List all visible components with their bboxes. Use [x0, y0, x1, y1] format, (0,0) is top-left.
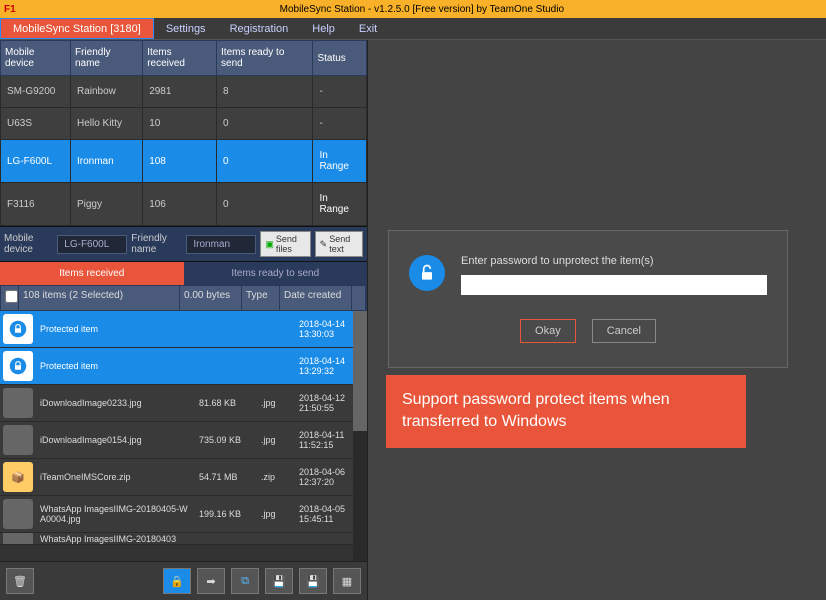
- plus-icon: ▣: [265, 239, 274, 250]
- feature-callout: Support password protect items when tran…: [386, 375, 746, 448]
- text-icon: ✎: [320, 239, 328, 250]
- items-tabs: Items received Items ready to send: [0, 262, 367, 285]
- menu-registration[interactable]: Registration: [218, 18, 301, 39]
- unlock-icon: [409, 255, 445, 291]
- grid-icon: ▦: [342, 575, 352, 588]
- trash-icon: 🗑: [13, 575, 27, 588]
- copy-button[interactable]: ⧉: [231, 568, 259, 594]
- lock-icon: [3, 351, 33, 381]
- cancel-button[interactable]: Cancel: [592, 319, 656, 343]
- col-friendly[interactable]: Friendly name: [70, 41, 142, 76]
- label-friendly: Friendly name: [131, 233, 182, 255]
- menu-settings[interactable]: Settings: [154, 18, 218, 39]
- label-device: Mobile device: [4, 233, 53, 255]
- export-button[interactable]: ➡: [197, 568, 225, 594]
- send-files-button[interactable]: ▣Send files: [260, 231, 310, 257]
- menu-main[interactable]: MobileSync Station [3180]: [0, 18, 154, 39]
- col-received[interactable]: Items received: [143, 41, 217, 76]
- title-bar: F1 MobileSync Station - v1.2.5.0 [Free v…: [0, 0, 826, 18]
- checkbox-all[interactable]: [1, 286, 19, 310]
- col-type[interactable]: Type: [242, 286, 280, 310]
- lock-icon: [3, 314, 33, 344]
- col-summary: 108 items (2 Selected): [19, 286, 180, 310]
- image-thumb: [3, 499, 33, 529]
- col-ready[interactable]: Items ready to send: [217, 41, 313, 76]
- zip-thumb: 📦: [3, 462, 33, 492]
- list-item[interactable]: 📦 iTeamOneIMSCore.zip54.71 MB.zip2018-04…: [0, 459, 367, 496]
- app-icon: F1: [4, 4, 16, 15]
- scroll-thumb[interactable]: [353, 311, 367, 431]
- okay-button[interactable]: Okay: [520, 319, 576, 343]
- items-header: 108 items (2 Selected) 0.00 bytes Type D…: [0, 285, 367, 311]
- device-row[interactable]: SM-G9200Rainbow29818-: [1, 76, 367, 108]
- image-thumb: [3, 533, 33, 545]
- device-row[interactable]: LG-F600LIronman1080In Range: [1, 140, 367, 183]
- list-item[interactable]: Protected item2018-04-14 13:29:32: [0, 348, 367, 385]
- right-panel: Enter password to unprotect the item(s) …: [368, 40, 826, 600]
- save-all-icon: 💾: [306, 575, 320, 588]
- field-device: LG-F600L: [57, 235, 127, 254]
- field-friendly: Ironman: [186, 235, 256, 254]
- menu-bar: MobileSync Station [3180] Settings Regis…: [0, 18, 826, 40]
- window-title: MobileSync Station - v1.2.5.0 [Free vers…: [22, 4, 822, 15]
- grid-button[interactable]: ▦: [333, 568, 361, 594]
- arrow-right-icon: ➡: [206, 575, 215, 588]
- password-dialog: Enter password to unprotect the item(s) …: [388, 230, 788, 368]
- list-item[interactable]: Protected item2018-04-14 13:30:03: [0, 311, 367, 348]
- save-icon: 💾: [272, 575, 286, 588]
- copy-icon: ⧉: [241, 575, 249, 588]
- col-size[interactable]: 0.00 bytes: [180, 286, 242, 310]
- menu-help[interactable]: Help: [300, 18, 347, 39]
- list-item[interactable]: iDownloadImage0154.jpg735.09 KB.jpg2018-…: [0, 422, 367, 459]
- bottom-toolbar: 🗑 🔒 ➡ ⧉ 💾 💾 ▦: [0, 561, 367, 600]
- list-item[interactable]: iDownloadImage0233.jpg81.68 KB.jpg2018-0…: [0, 385, 367, 422]
- save-button[interactable]: 💾: [265, 568, 293, 594]
- device-row[interactable]: F3116Piggy1060In Range: [1, 183, 367, 226]
- password-input[interactable]: [461, 275, 767, 295]
- delete-button[interactable]: 🗑: [6, 568, 34, 594]
- image-thumb: [3, 388, 33, 418]
- left-panel: Mobile device Friendly name Items receiv…: [0, 40, 368, 600]
- image-thumb: [3, 425, 33, 455]
- menu-exit[interactable]: Exit: [347, 18, 389, 39]
- device-table: Mobile device Friendly name Items receiv…: [0, 40, 367, 226]
- send-text-button[interactable]: ✎Send text: [315, 231, 363, 257]
- unlock-button[interactable]: 🔒: [163, 568, 191, 594]
- tab-items-received[interactable]: Items received: [0, 262, 184, 285]
- col-date[interactable]: Date created: [280, 286, 352, 310]
- list-item[interactable]: WhatsApp ImagesIIMG-20180403: [0, 533, 367, 545]
- device-row[interactable]: U63SHello Kitty100-: [1, 108, 367, 140]
- save-all-button[interactable]: 💾: [299, 568, 327, 594]
- device-info-bar: Mobile device LG-F600L Friendly name Iro…: [0, 226, 367, 262]
- lock-icon: 🔒: [170, 575, 184, 588]
- col-device[interactable]: Mobile device: [1, 41, 71, 76]
- dialog-message: Enter password to unprotect the item(s): [461, 255, 767, 267]
- col-status[interactable]: Status: [313, 41, 367, 76]
- list-item[interactable]: WhatsApp ImagesIIMG-20180405-WA0004.jpg1…: [0, 496, 367, 533]
- scrollbar[interactable]: [353, 311, 367, 561]
- items-list[interactable]: Protected item2018-04-14 13:30:03 Protec…: [0, 311, 367, 561]
- tab-items-ready[interactable]: Items ready to send: [184, 262, 368, 285]
